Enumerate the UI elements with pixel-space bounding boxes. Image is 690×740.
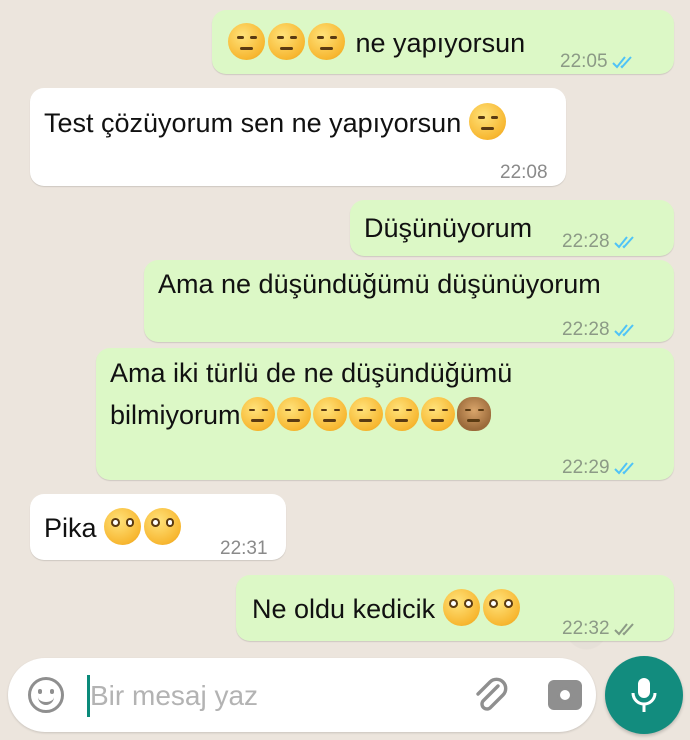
double-check-read-icon xyxy=(613,324,634,337)
paperclip-icon[interactable] xyxy=(470,674,510,716)
message-time: 22:28 xyxy=(562,319,610,340)
double-check-read-icon xyxy=(613,236,634,249)
flushed-emoji-icon xyxy=(482,589,520,626)
double-check-read-icon xyxy=(611,56,632,69)
flushed-emoji-icon xyxy=(144,508,182,545)
message-time: 22:29 xyxy=(562,457,610,478)
message-time: 22:08 xyxy=(500,162,548,183)
message-meta: 22:28 xyxy=(562,223,640,261)
message-text-line-1: Ama iki türlü de ne düşündüğümü xyxy=(110,358,513,388)
message-text: ne yapıyorsun xyxy=(355,28,526,58)
smiley-icon[interactable] xyxy=(28,677,64,713)
microphone-icon xyxy=(631,678,657,712)
message-meta: 22:29 xyxy=(562,449,640,487)
message-meta: 22:31 xyxy=(220,530,268,568)
message-text-line-2: bilmiyorum xyxy=(110,400,241,430)
message-composer xyxy=(8,658,596,732)
message-bubble-outgoing[interactable]: Ama iki türlü de ne düşündüğümü bilmiyor… xyxy=(96,348,674,480)
flushed-emoji-icon xyxy=(442,589,480,626)
joy-emoji-icon xyxy=(468,103,506,140)
smirk-emoji-icon xyxy=(228,23,265,60)
message-meta: 22:32 xyxy=(562,610,640,648)
neutral-emoji-icon xyxy=(384,397,419,431)
microphone-button[interactable] xyxy=(605,656,683,734)
pensive-emoji-icon xyxy=(240,397,275,431)
camera-icon[interactable] xyxy=(548,680,582,710)
confused-emoji-icon xyxy=(276,397,311,431)
message-time: 22:31 xyxy=(220,538,268,559)
smirk-emoji-icon xyxy=(312,397,347,431)
double-check-delivered-icon xyxy=(613,623,634,636)
message-meta: 22:05 xyxy=(560,43,638,81)
unamused-emoji-icon xyxy=(348,397,383,431)
double-check-read-icon xyxy=(613,462,634,475)
smirk-emoji-icon xyxy=(308,23,345,60)
message-meta: 22:08 xyxy=(500,154,548,192)
message-bubble-outgoing[interactable]: ne yapıyorsun 22:05 xyxy=(212,10,674,74)
message-text: Ama ne düşündüğümü düşünüyorum xyxy=(158,269,601,299)
message-bubble-outgoing[interactable]: Ama ne düşündüğümü düşünüyorum 22:28 xyxy=(144,260,674,342)
message-time: 22:28 xyxy=(562,231,610,252)
smirk-emoji-icon xyxy=(268,23,305,60)
message-input[interactable] xyxy=(90,676,450,716)
message-text: Pika xyxy=(44,513,97,543)
message-text: Düşünüyorum xyxy=(364,213,533,243)
flushed-emoji-icon xyxy=(104,508,142,545)
frowning-emoji-icon xyxy=(420,397,455,431)
message-meta: 22:28 xyxy=(562,311,640,349)
message-bubble-incoming[interactable]: Test çözüyorum sen ne yapıyorsun 22:08 xyxy=(30,88,566,186)
see-no-evil-monkey-icon xyxy=(456,397,491,431)
message-time: 22:05 xyxy=(560,51,608,72)
message-time: 22:32 xyxy=(562,618,610,639)
message-text: Ne oldu kedicik xyxy=(252,594,436,624)
message-bubble-incoming[interactable]: Pika 22:31 xyxy=(30,494,286,560)
message-text: Test çözüyorum sen ne yapıyorsun xyxy=(44,108,462,138)
message-bubble-outgoing[interactable]: Düşünüyorum 22:28 xyxy=(350,200,674,256)
message-bubble-outgoing[interactable]: Ne oldu kedicik 22:32 xyxy=(236,575,674,641)
